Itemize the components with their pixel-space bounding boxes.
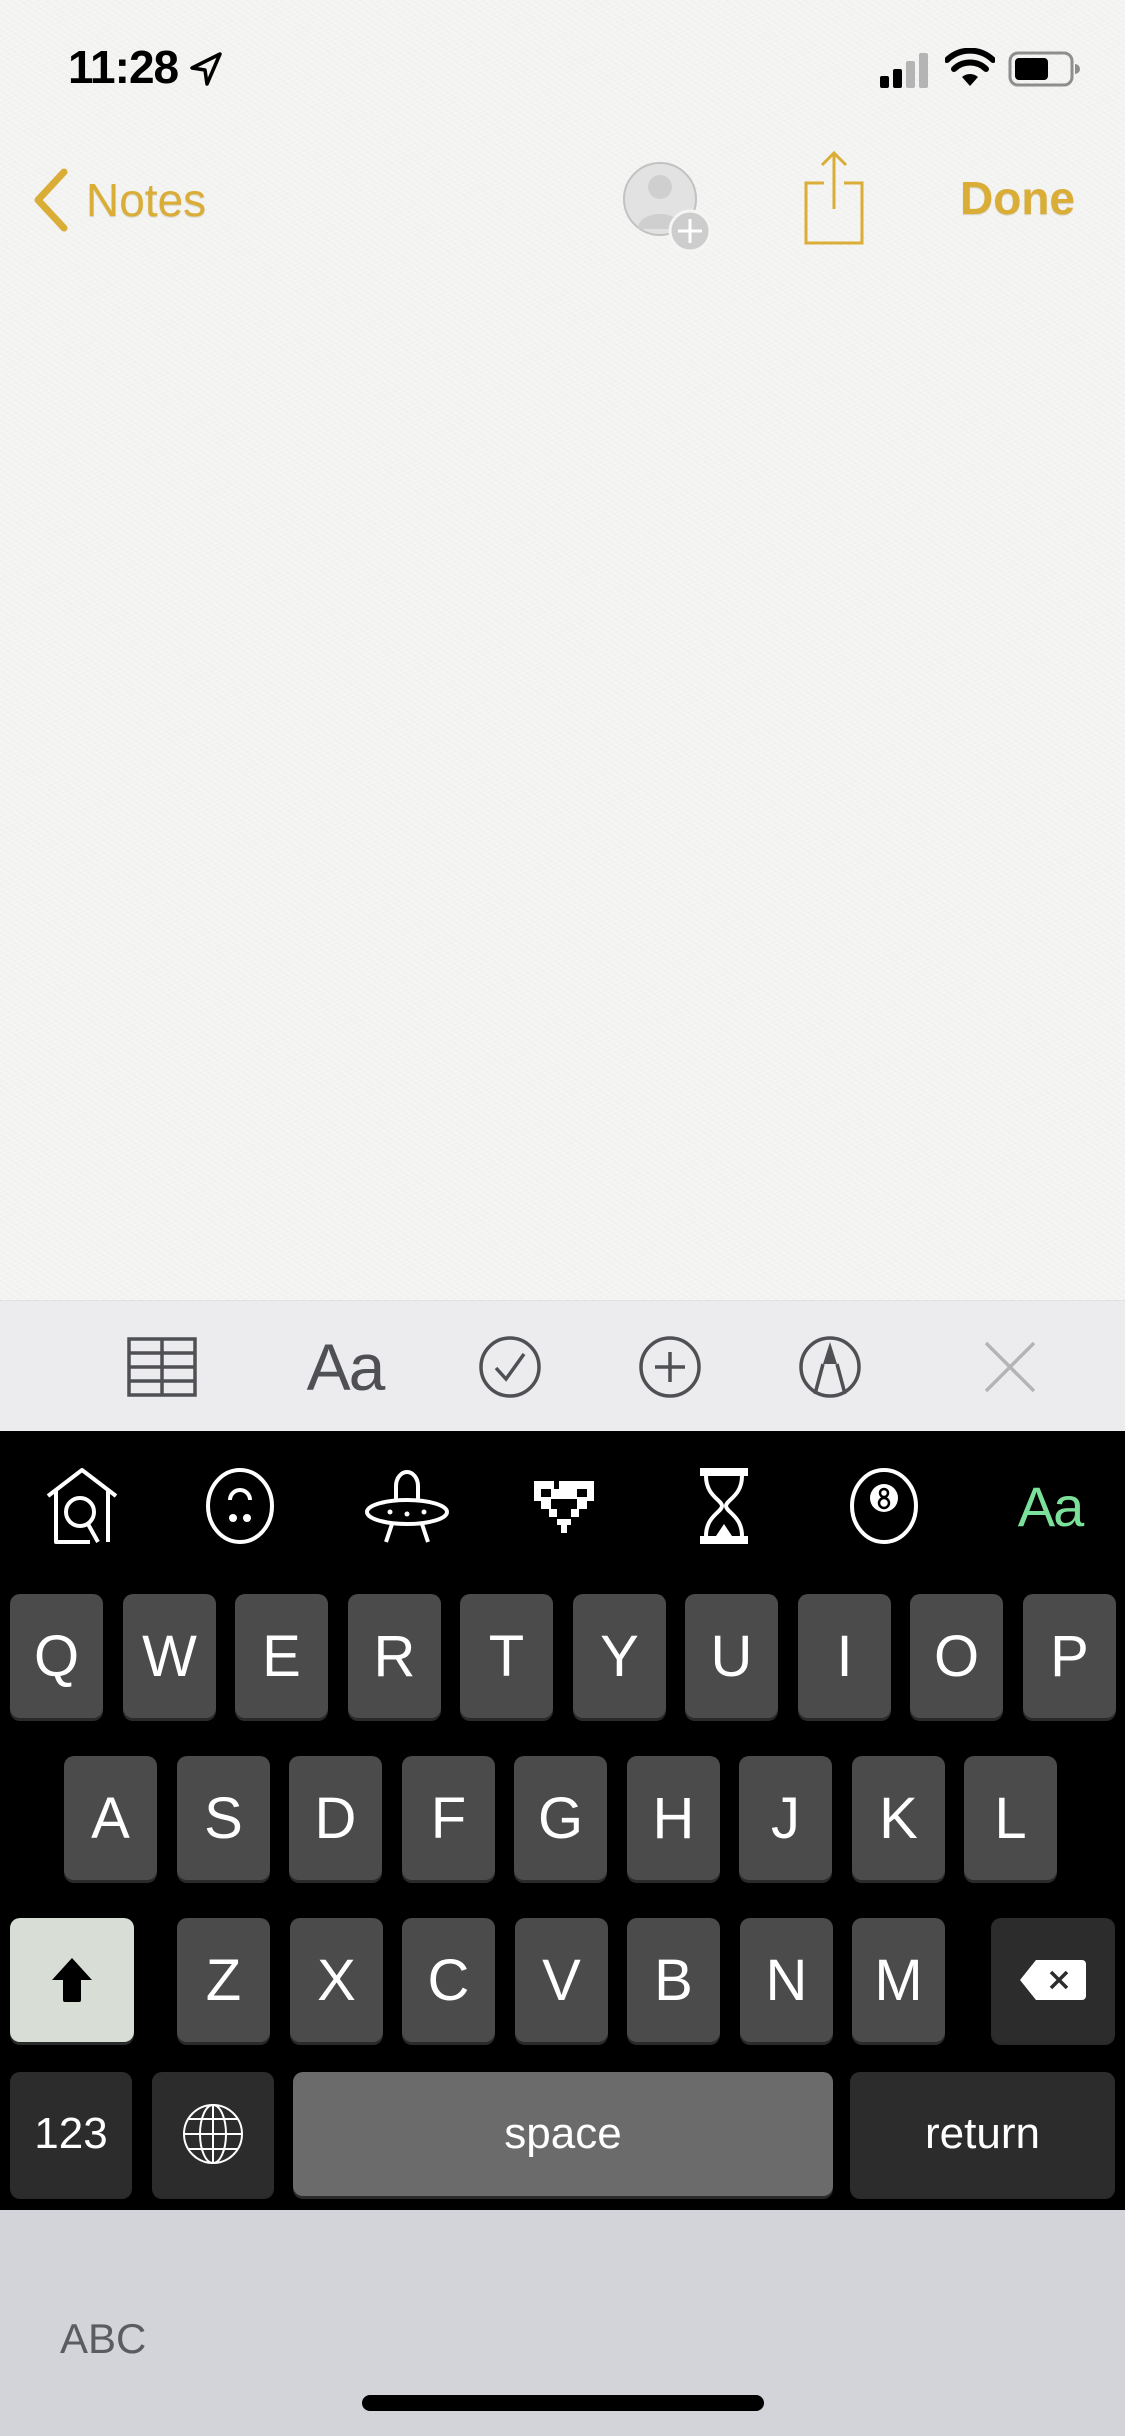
return-key[interactable]: return xyxy=(850,2072,1115,2196)
key-b[interactable]: B xyxy=(627,1918,720,2042)
key-j[interactable]: J xyxy=(739,1756,832,1880)
key-x[interactable]: X xyxy=(290,1918,383,2042)
strip-item-ufo[interactable] xyxy=(362,1466,452,1546)
key-d[interactable]: D xyxy=(289,1756,382,1880)
space-key[interactable]: space xyxy=(293,2072,833,2196)
strip-item-face[interactable] xyxy=(200,1466,280,1546)
backspace-key[interactable] xyxy=(991,1918,1115,2042)
key-c[interactable]: C xyxy=(402,1918,495,2042)
key-k[interactable]: K xyxy=(852,1756,945,1880)
back-label: Notes xyxy=(86,174,207,226)
chevron-left-icon xyxy=(34,168,68,232)
formatting-toolbar: Aa xyxy=(0,1300,1125,1431)
key-r[interactable]: R xyxy=(348,1594,441,1718)
markup-button[interactable] xyxy=(790,1329,870,1405)
abc-keyboard-switch[interactable]: ABC xyxy=(60,2315,146,2363)
key-v[interactable]: V xyxy=(515,1918,608,2042)
text-style-button[interactable]: Aa xyxy=(300,1329,390,1405)
key-q[interactable]: Q xyxy=(10,1594,103,1718)
plus-circle-icon xyxy=(639,1336,701,1398)
key-g[interactable]: G xyxy=(514,1756,607,1880)
done-button[interactable]: Done xyxy=(960,171,1075,225)
keyboard-suggestion-strip: Aa xyxy=(0,1431,1125,1581)
table-icon xyxy=(127,1337,197,1397)
key-p[interactable]: P xyxy=(1023,1594,1116,1718)
note-text-area[interactable] xyxy=(0,265,1125,1300)
pen-tip-circle-icon xyxy=(799,1336,861,1398)
key-m[interactable]: M xyxy=(852,1918,945,2042)
globe-icon xyxy=(183,2104,243,2164)
house-search-icon xyxy=(46,1468,118,1544)
key-z[interactable]: Z xyxy=(177,1918,270,2042)
key-a[interactable]: A xyxy=(64,1756,157,1880)
add-attachment-button[interactable] xyxy=(630,1329,710,1405)
numbers-key[interactable]: 123 xyxy=(10,2072,132,2196)
insert-table-button[interactable] xyxy=(122,1329,202,1405)
key-y[interactable]: Y xyxy=(573,1594,666,1718)
shift-key[interactable] xyxy=(10,1918,134,2042)
checkmark-circle-icon xyxy=(479,1336,541,1398)
backspace-icon xyxy=(1020,1960,1086,2000)
checklist-button[interactable] xyxy=(470,1329,550,1405)
status-bar: 11:28 xyxy=(0,0,1125,135)
keyboard: Aa QWERTYUIOPASDFGHJKLZXCVBNM 123 space … xyxy=(0,1431,1125,2210)
key-i[interactable]: I xyxy=(798,1594,891,1718)
key-w[interactable]: W xyxy=(123,1594,216,1718)
home-indicator[interactable] xyxy=(362,2395,764,2411)
close-toolbar-button[interactable] xyxy=(970,1329,1050,1405)
navigation-bar: Notes Done xyxy=(0,135,1125,265)
eight-ball-icon xyxy=(850,1468,918,1544)
key-l[interactable]: L xyxy=(964,1756,1057,1880)
hourglass-icon xyxy=(700,1468,748,1544)
strip-item-pixel-heart[interactable] xyxy=(524,1466,604,1546)
add-person-icon[interactable] xyxy=(618,155,718,255)
close-icon xyxy=(984,1341,1036,1393)
keyboard-bottom-area: ABC xyxy=(0,2210,1125,2436)
strip-item-eight-ball[interactable] xyxy=(844,1466,924,1546)
key-h[interactable]: H xyxy=(627,1756,720,1880)
strip-item-house-search[interactable] xyxy=(42,1466,122,1546)
battery-icon xyxy=(1008,51,1080,87)
key-s[interactable]: S xyxy=(177,1756,270,1880)
key-o[interactable]: O xyxy=(910,1594,1003,1718)
strip-item-font[interactable]: Aa xyxy=(1000,1466,1100,1546)
key-t[interactable]: T xyxy=(460,1594,553,1718)
wifi-icon xyxy=(945,48,995,86)
shift-arrow-icon xyxy=(52,1958,92,2002)
key-e[interactable]: E xyxy=(235,1594,328,1718)
font-toggle-label: Aa xyxy=(1017,1474,1084,1538)
key-f[interactable]: F xyxy=(402,1756,495,1880)
cellular-signal-icon xyxy=(880,53,928,88)
key-u[interactable]: U xyxy=(685,1594,778,1718)
ufo-icon xyxy=(365,1470,449,1543)
strip-item-hourglass[interactable] xyxy=(684,1466,764,1546)
location-arrow-icon xyxy=(190,52,222,86)
pixel-heart-icon xyxy=(534,1481,594,1533)
back-to-notes-button[interactable]: Notes xyxy=(30,165,206,235)
text-style-label: Aa xyxy=(306,1330,386,1404)
status-time: 11:28 xyxy=(68,41,179,93)
share-icon[interactable] xyxy=(802,149,866,249)
face-icon xyxy=(206,1468,274,1544)
globe-key[interactable] xyxy=(152,2072,274,2196)
key-n[interactable]: N xyxy=(740,1918,833,2042)
